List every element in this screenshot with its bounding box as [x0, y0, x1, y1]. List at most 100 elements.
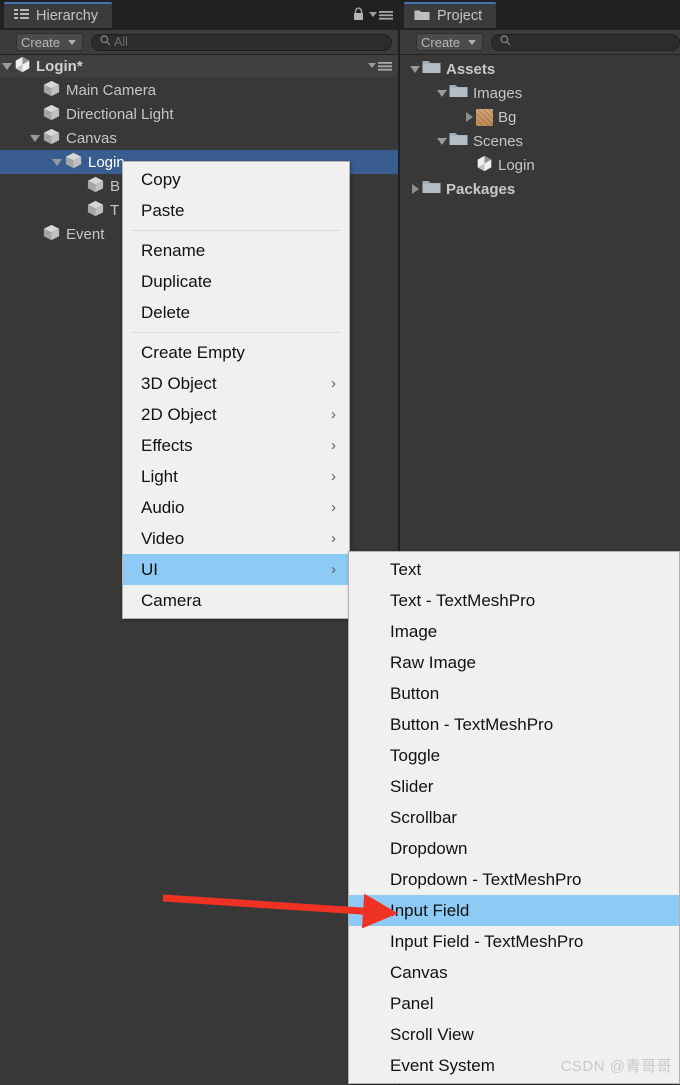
- menu-item-label: Paste: [141, 200, 185, 220]
- hierarchy-create-label: Create: [21, 34, 61, 50]
- menu-item-ui[interactable]: UI ›: [123, 554, 349, 585]
- hierarchy-search-input[interactable]: All: [91, 33, 392, 51]
- tree-row-label: Assets: [446, 60, 496, 78]
- submenu-item-scrollbar[interactable]: Scrollbar: [349, 802, 679, 833]
- tree-row[interactable]: Directional Light: [0, 102, 398, 126]
- menu-separator: [131, 332, 341, 333]
- menu-item-audio[interactable]: Audio ›: [123, 492, 349, 523]
- lock-icon[interactable]: [352, 7, 365, 26]
- unity-editor-window: Hierarchy Create All Login* Main Camera …: [0, 0, 680, 1085]
- submenu-item-button[interactable]: Button: [349, 678, 679, 709]
- submenu-item-panel[interactable]: Panel: [349, 988, 679, 1019]
- menu-item-rename[interactable]: Rename: [123, 235, 349, 266]
- hierarchy-scene-row[interactable]: Login*: [0, 55, 398, 77]
- project-toolbar: Create: [400, 30, 680, 55]
- project-panel: Project Create Assets Images Bg Scenes L…: [400, 0, 680, 553]
- project-tabbar: Project: [400, 0, 680, 30]
- submenu-item-label: Image: [390, 621, 438, 641]
- submenu-item-dropdown-textmeshpro[interactable]: Dropdown - TextMeshPro: [349, 864, 679, 895]
- submenu-item-label: Panel: [390, 993, 434, 1013]
- gameobject-cube-icon: [42, 127, 61, 150]
- twisty-expanded-icon[interactable]: [28, 126, 42, 150]
- tree-row[interactable]: Login: [400, 153, 680, 177]
- menu-item-video[interactable]: Video ›: [123, 523, 349, 554]
- submenu-item-label: Canvas: [390, 962, 448, 982]
- submenu-item-dropdown[interactable]: Dropdown: [349, 833, 679, 864]
- menu-item-camera[interactable]: Camera: [123, 585, 349, 616]
- hierarchy-create-button[interactable]: Create: [16, 33, 84, 51]
- menu-item-copy[interactable]: Copy: [123, 164, 349, 195]
- menu-item-delete[interactable]: Delete: [123, 297, 349, 328]
- tree-row[interactable]: Scenes: [400, 129, 680, 153]
- gameobject-cube-icon: [42, 223, 61, 246]
- tree-row[interactable]: Main Camera: [0, 78, 398, 102]
- scene-menu-icon[interactable]: [368, 59, 392, 76]
- hierarchy-search-value: All: [114, 35, 128, 49]
- twisty-expanded-icon[interactable]: [435, 129, 449, 153]
- tree-row-label: Packages: [446, 180, 516, 198]
- menu-item-2d-object[interactable]: 2D Object ›: [123, 399, 349, 430]
- chevron-right-icon: ›: [331, 437, 336, 454]
- menu-item-label: UI: [141, 559, 158, 579]
- hierarchy-header-icons: [352, 7, 393, 26]
- chevron-right-icon: ›: [331, 561, 336, 578]
- submenu-item-label: Scrollbar: [390, 807, 458, 827]
- menu-item-label: Light: [141, 466, 178, 486]
- twisty-collapsed-icon[interactable]: [462, 105, 476, 129]
- chevron-right-icon: ›: [331, 375, 336, 392]
- submenu-item-button-textmeshpro[interactable]: Button - TextMeshPro: [349, 709, 679, 740]
- submenu-item-text-textmeshpro[interactable]: Text - TextMeshPro: [349, 585, 679, 616]
- texture-icon: [476, 108, 493, 126]
- submenu-item-canvas[interactable]: Canvas: [349, 957, 679, 988]
- panel-menu-icon[interactable]: [369, 8, 393, 26]
- submenu-item-label: Input Field: [390, 900, 470, 920]
- watermark-text: CSDN @青哥哥: [560, 1058, 672, 1075]
- submenu-item-text[interactable]: Text: [349, 554, 679, 585]
- gameobject-cube-icon: [86, 199, 105, 222]
- scene-twisty-icon[interactable]: [0, 54, 14, 78]
- tree-row[interactable]: Packages: [400, 177, 680, 201]
- tree-row[interactable]: Bg: [400, 105, 680, 129]
- submenu-item-label: Button: [390, 683, 440, 703]
- tab-hierarchy[interactable]: Hierarchy: [4, 2, 113, 28]
- submenu-item-image[interactable]: Image: [349, 616, 679, 647]
- submenu-item-toggle[interactable]: Toggle: [349, 740, 679, 771]
- menu-item-label: Effects: [141, 435, 193, 455]
- hierarchy-toolbar: Create All: [0, 30, 398, 55]
- menu-item-light[interactable]: Light ›: [123, 461, 349, 492]
- submenu-item-slider[interactable]: Slider: [349, 771, 679, 802]
- tree-row[interactable]: Assets: [400, 57, 680, 81]
- menu-item-duplicate[interactable]: Duplicate: [123, 266, 349, 297]
- project-create-label: Create: [421, 34, 461, 50]
- menu-item-paste[interactable]: Paste: [123, 195, 349, 226]
- submenu-item-input-field-textmeshpro[interactable]: Input Field - TextMeshPro: [349, 926, 679, 957]
- twisty-expanded-icon[interactable]: [50, 150, 64, 174]
- search-icon: [500, 35, 511, 49]
- tree-row[interactable]: Images: [400, 81, 680, 105]
- submenu-item-label: Raw Image: [390, 652, 476, 672]
- hierarchy-icon: [14, 8, 29, 25]
- twisty-expanded-icon[interactable]: [435, 81, 449, 105]
- twisty-collapsed-icon[interactable]: [408, 177, 422, 201]
- submenu-item-scroll-view[interactable]: Scroll View: [349, 1019, 679, 1050]
- project-search-input[interactable]: [491, 33, 680, 51]
- tree-row-label: Login: [498, 156, 535, 174]
- folder-icon: [414, 8, 430, 25]
- submenu-item-label: Input Field - TextMeshPro: [390, 931, 584, 951]
- tab-project-label: Project: [437, 8, 483, 24]
- submenu-item-label: Slider: [390, 776, 434, 796]
- menu-separator: [131, 230, 341, 231]
- submenu-item-input-field[interactable]: Input Field: [349, 895, 679, 926]
- twisty-expanded-icon[interactable]: [408, 57, 422, 81]
- tree-row-label: T: [110, 201, 120, 219]
- tree-row[interactable]: Canvas: [0, 126, 398, 150]
- menu-item-effects[interactable]: Effects ›: [123, 430, 349, 461]
- project-create-button[interactable]: Create: [416, 33, 484, 51]
- tab-project[interactable]: Project: [404, 2, 497, 28]
- submenu-item-raw-image[interactable]: Raw Image: [349, 647, 679, 678]
- menu-item-3d-object[interactable]: 3D Object ›: [123, 368, 349, 399]
- menu-item-create-empty[interactable]: Create Empty: [123, 337, 349, 368]
